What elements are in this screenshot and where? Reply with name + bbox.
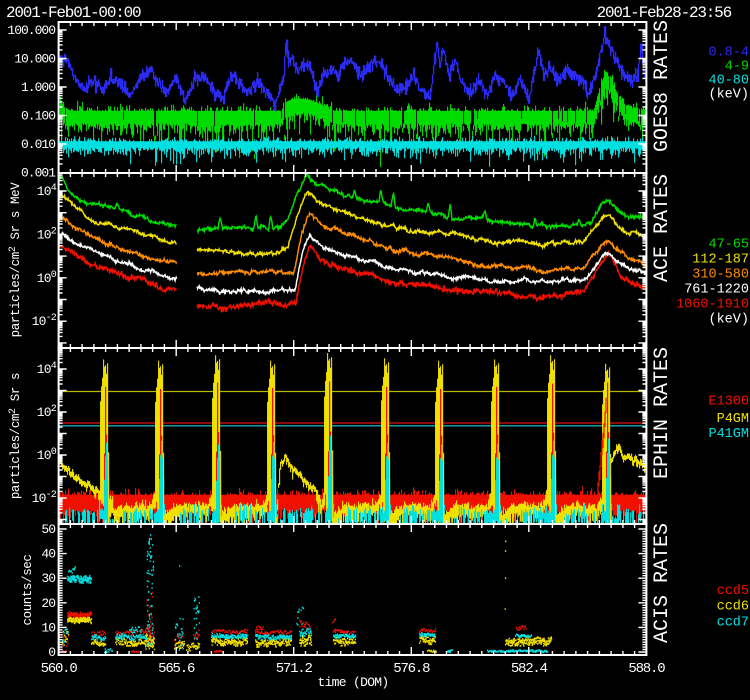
svg-text:ACE RATES: ACE RATES (651, 174, 674, 282)
svg-text:4-9: 4-9 (725, 60, 749, 75)
svg-text:50: 50 (41, 522, 55, 537)
svg-text:GOES8 RATES: GOES8 RATES (651, 20, 674, 152)
svg-text:ccd5: ccd5 (717, 584, 749, 599)
svg-text:571.2: 571.2 (276, 661, 313, 677)
svg-text:10.000: 10.000 (14, 52, 55, 67)
svg-text:0.8-4: 0.8-4 (708, 46, 749, 61)
svg-text:40-80: 40-80 (708, 74, 749, 89)
svg-text:particles/cm2 Sr s: particles/cm2 Sr s (8, 373, 23, 499)
svg-text:20: 20 (41, 596, 55, 611)
svg-text:ACIS RATES: ACIS RATES (651, 523, 674, 643)
svg-text:30: 30 (41, 571, 55, 586)
svg-text:582.4: 582.4 (511, 661, 548, 677)
svg-text:counts/sec: counts/sec (21, 554, 35, 625)
svg-text:588.0: 588.0 (628, 661, 665, 677)
svg-text:576.8: 576.8 (393, 661, 430, 677)
svg-text:0.100: 0.100 (21, 109, 55, 124)
svg-text:0.010: 0.010 (21, 137, 55, 152)
svg-text:10: 10 (41, 620, 55, 635)
svg-text:ccd7: ccd7 (717, 616, 749, 631)
svg-text:47-65: 47-65 (708, 238, 749, 253)
svg-text:761-1220: 761-1220 (684, 283, 749, 298)
svg-text:P41GM: P41GM (708, 427, 749, 442)
svg-text:2001-Feb01-00:00: 2001-Feb01-00:00 (6, 4, 141, 22)
svg-text:112-187: 112-187 (692, 253, 749, 268)
svg-text:(keV): (keV) (708, 313, 749, 328)
svg-text:EPHIN RATES: EPHIN RATES (651, 347, 674, 479)
svg-text:2001-Feb28-23:56: 2001-Feb28-23:56 (597, 4, 732, 22)
svg-text:P4GM: P4GM (717, 412, 749, 427)
svg-text:565.6: 565.6 (158, 661, 195, 677)
svg-text:100.000: 100.000 (7, 23, 55, 38)
svg-text:560.0: 560.0 (41, 661, 78, 677)
svg-text:time (DOM): time (DOM) (317, 675, 388, 690)
svg-text:1.000: 1.000 (21, 80, 55, 95)
svg-text:1060-1910: 1060-1910 (676, 298, 749, 313)
svg-text:0: 0 (48, 645, 55, 660)
svg-text:particles/cm2 Sr s MeV: particles/cm2 Sr s MeV (8, 182, 23, 338)
svg-text:40: 40 (41, 547, 55, 562)
svg-text:E1300: E1300 (708, 395, 749, 410)
svg-text:310-580: 310-580 (692, 268, 749, 283)
svg-text:0.001: 0.001 (21, 166, 56, 181)
svg-text:(keV): (keV) (708, 88, 749, 103)
svg-text:ccd6: ccd6 (717, 600, 749, 615)
